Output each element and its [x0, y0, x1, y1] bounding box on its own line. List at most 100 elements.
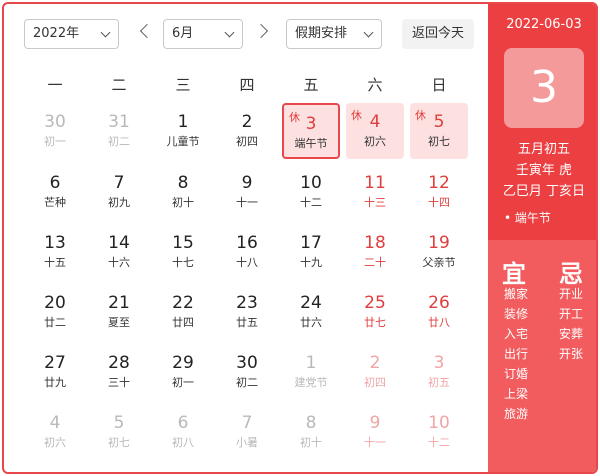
lunar-label: 初九	[108, 196, 130, 209]
day-cell[interactable]: 30 初二	[218, 344, 276, 400]
day-cell[interactable]: 休 4 初六	[346, 103, 404, 159]
day-cell[interactable]: 9 十一	[218, 164, 276, 220]
lunar-label: 十一	[236, 196, 258, 209]
day-cell[interactable]: 4 初六	[26, 404, 84, 460]
lunar-label: 建党节	[294, 376, 328, 389]
lunar-label: 十八	[236, 256, 258, 269]
lunar-date: 五月初五	[517, 142, 570, 157]
lunar-label: 初二	[108, 135, 130, 148]
day-cell[interactable]: 9 十一	[346, 404, 404, 460]
day-number: 24	[300, 293, 322, 313]
day-cell[interactable]: 24 廿六	[282, 284, 340, 340]
day-cell[interactable]: 3 初五	[410, 344, 468, 400]
day-number: 2	[241, 112, 253, 132]
day-cell[interactable]: 6 初八	[154, 404, 212, 460]
day-cell[interactable]: 31 初二	[90, 103, 148, 159]
ji-title: 忌	[559, 260, 583, 288]
day-cell[interactable]: 1 儿童节	[154, 103, 212, 159]
day-number: 23	[236, 293, 258, 313]
day-cell[interactable]: 2 初四	[218, 103, 276, 159]
day-cell[interactable]: 7 初九	[90, 164, 148, 220]
day-number: 20	[44, 293, 66, 313]
day-cell[interactable]: 23 廿五	[218, 284, 276, 340]
day-cell[interactable]: 27 廿九	[26, 344, 84, 400]
day-number: 4	[369, 112, 381, 132]
day-cell[interactable]: 7 小暑	[218, 404, 276, 460]
yi-title: 宜	[502, 260, 526, 288]
lunar-label: 十三	[364, 196, 386, 209]
day-number: 10	[428, 413, 450, 433]
day-number: 9	[241, 173, 253, 193]
day-cell[interactable]: 11 十三	[346, 164, 404, 220]
day-number: 12	[428, 173, 450, 193]
day-cell[interactable]: 休 5 初七	[410, 103, 468, 159]
day-cell[interactable]: 5 初七	[90, 404, 148, 460]
day-cell[interactable]: 20 廿二	[26, 284, 84, 340]
day-cell[interactable]: 21 夏至	[90, 284, 148, 340]
lunar-label: 初十	[172, 196, 194, 209]
lunar-label: 初五	[428, 376, 450, 389]
day-number: 13	[44, 233, 66, 253]
day-cell[interactable]: 8 初十	[282, 404, 340, 460]
day-cell[interactable]: 休 3 端午节	[282, 103, 340, 159]
day-cell[interactable]: 8 初十	[154, 164, 212, 220]
day-cell[interactable]: 6 芒种	[26, 164, 84, 220]
day-number: 10	[300, 173, 322, 193]
year-zodiac: 壬寅年 虎	[515, 163, 573, 178]
lunar-label: 廿九	[44, 376, 66, 389]
selected-day-panel: 2022-06-03 3 五月初五 壬寅年 虎 乙巳月 丁亥日 • 端午节	[488, 4, 596, 240]
day-cell[interactable]: 17 十九	[282, 224, 340, 280]
day-number: 7	[241, 413, 253, 433]
day-cell[interactable]: 10 十二	[410, 404, 468, 460]
day-number: 4	[49, 413, 61, 433]
yi-item: 装修	[504, 307, 529, 321]
day-cell[interactable]: 22 廿四	[154, 284, 212, 340]
day-cell[interactable]: 30 初一	[26, 103, 84, 159]
day-cell[interactable]: 15 十七	[154, 224, 212, 280]
lunar-label: 十二	[428, 436, 450, 449]
day-number: 14	[108, 233, 130, 253]
day-number: 31	[108, 112, 130, 132]
day-cell[interactable]: 16 十八	[218, 224, 276, 280]
lunar-label: 初六	[44, 436, 66, 449]
day-number: 16	[236, 233, 258, 253]
day-cell[interactable]: 26 廿八	[410, 284, 468, 340]
day-number: 28	[108, 353, 130, 373]
selected-date: 2022-06-03	[506, 17, 582, 32]
day-number: 5	[433, 112, 445, 132]
lunar-label: 初八	[172, 436, 194, 449]
day-cell[interactable]: 28 三十	[90, 344, 148, 400]
day-cell[interactable]: 2 初四	[346, 344, 404, 400]
lunar-label: 十五	[44, 256, 66, 269]
day-cell[interactable]: 25 廿七	[346, 284, 404, 340]
day-number: 30	[236, 353, 258, 373]
lunar-label: 廿五	[236, 316, 258, 329]
day-number: 3	[305, 114, 317, 134]
yi-item: 出行	[504, 347, 529, 361]
day-number: 5	[113, 413, 125, 433]
day-cell[interactable]: 14 十六	[90, 224, 148, 280]
lunar-label: 廿七	[364, 316, 386, 329]
lunar-label: 初二	[236, 376, 258, 389]
lunar-label: 芒种	[44, 196, 66, 209]
yi-item: 入宅	[504, 327, 529, 341]
lunar-label: 初一	[172, 376, 194, 389]
day-number: 17	[300, 233, 322, 253]
day-number: 18	[364, 233, 386, 253]
day-cell[interactable]: 19 父亲节	[410, 224, 468, 280]
lunar-label: 初七	[108, 436, 130, 449]
day-cell[interactable]: 13 十五	[26, 224, 84, 280]
lunar-label: 廿六	[300, 316, 322, 329]
day-cell[interactable]: 1 建党节	[282, 344, 340, 400]
day-cell[interactable]: 18 二十	[346, 224, 404, 280]
lunar-label: 初四	[236, 135, 258, 148]
day-number: 30	[44, 112, 66, 132]
day-cell[interactable]: 10 十二	[282, 164, 340, 220]
day-number: 21	[108, 293, 130, 313]
day-number: 1	[305, 353, 317, 373]
lunar-label: 初四	[364, 376, 386, 389]
lunar-label: 儿童节	[166, 135, 200, 148]
day-cell[interactable]: 29 初一	[154, 344, 212, 400]
day-number: 1	[177, 112, 189, 132]
day-cell[interactable]: 12 十四	[410, 164, 468, 220]
